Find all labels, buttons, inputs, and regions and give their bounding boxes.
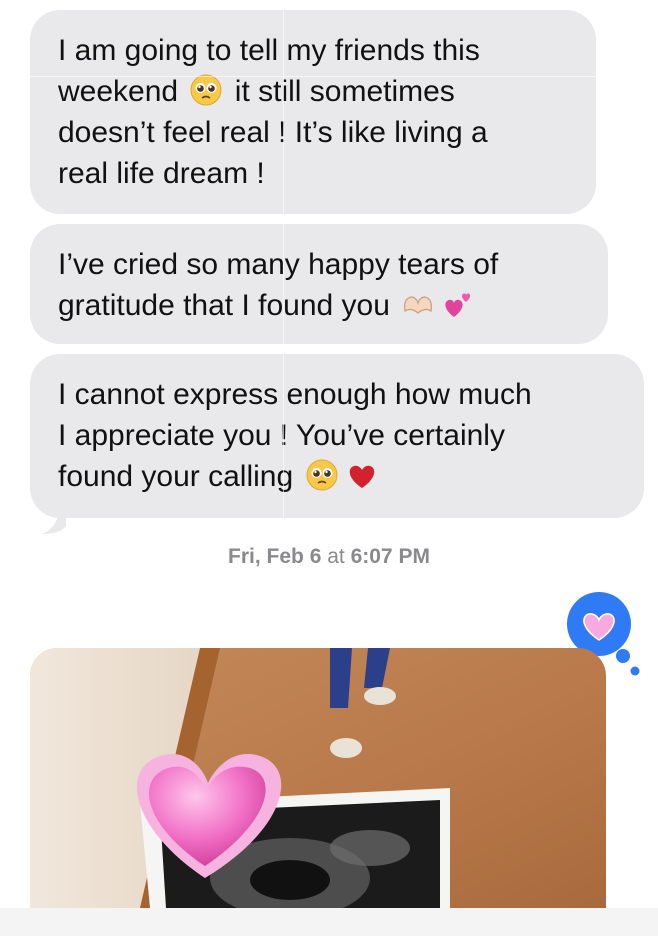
incoming-message-bubble[interactable]: I cannot express enough how much I apprec… — [30, 354, 644, 518]
incoming-message-bubble[interactable]: I am going to tell my friends this weeken… — [30, 10, 596, 214]
bubble-tail — [42, 488, 66, 534]
pleading-face-icon — [305, 458, 339, 492]
timestamp-time: 6:07 PM — [350, 545, 430, 568]
pleading-face-icon — [189, 73, 223, 107]
two-hearts-icon — [441, 287, 475, 321]
message-text: I am going to tell my friends this weeken… — [58, 34, 488, 190]
red-heart-icon — [345, 458, 379, 492]
ultrasound-photo — [30, 648, 606, 908]
incoming-message-bubble[interactable]: I’ve cried so many happy tears of gratitu… — [30, 224, 608, 344]
timestamp: Fri, Feb 6 at 6:07 PM — [228, 545, 430, 568]
footer-bar — [0, 908, 658, 936]
message-text: I cannot express enough how much I apprec… — [58, 378, 532, 493]
message-text: I’ve cried so many happy tears of gratitu… — [58, 248, 499, 322]
guide-line — [0, 76, 658, 77]
timestamp-day: Fri, Feb 6 — [228, 545, 322, 568]
message-thread: I am going to tell my friends this weeken… — [0, 0, 658, 936]
heart-hands-icon — [401, 287, 435, 321]
photo-message[interactable] — [30, 648, 606, 908]
guide-line — [283, 0, 284, 520]
